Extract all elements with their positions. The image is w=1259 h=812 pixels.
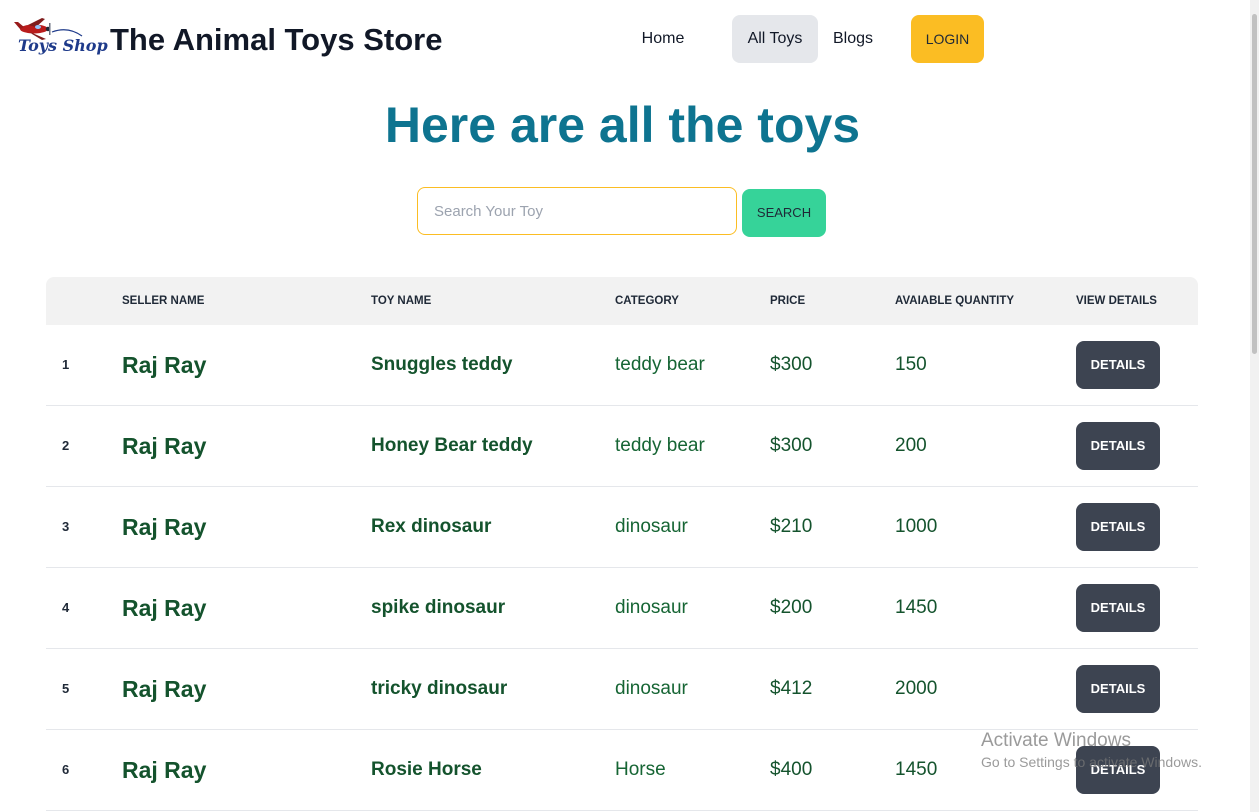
toy-quantity: 1450 — [895, 597, 938, 618]
toys-shop-logo[interactable]: Toys Shop — [12, 16, 108, 62]
nav-link-blogs[interactable]: Blogs — [822, 15, 884, 63]
table-row: 6 Raj Ray Rosie Horse Horse $400 1450 DE… — [46, 730, 1198, 811]
page-title: Here are all the toys — [384, 97, 861, 153]
row-index: 3 — [62, 519, 70, 534]
toy-quantity: 150 — [895, 354, 927, 375]
row-index: 5 — [62, 681, 70, 696]
toy-category: teddy bear — [615, 354, 705, 375]
toy-category: dinosaur — [615, 678, 688, 699]
toy-quantity: 200 — [895, 435, 927, 456]
table-row: 4 Raj Ray spike dinosaur dinosaur $200 1… — [46, 568, 1198, 649]
toy-price: $300 — [770, 354, 813, 375]
search-input[interactable] — [417, 187, 737, 235]
table-row: 1 Raj Ray Snuggles teddy teddy bear $300… — [46, 325, 1198, 406]
toy-name: Honey Bear teddy — [371, 435, 533, 456]
toy-category: Horse — [615, 759, 666, 780]
logo-text: Toys Shop — [18, 36, 108, 55]
toy-price: $400 — [770, 759, 813, 780]
nav-link-home[interactable]: Home — [628, 15, 698, 63]
toy-price: $412 — [770, 678, 813, 699]
details-button[interactable]: DETAILS — [1076, 422, 1160, 470]
vertical-scrollbar[interactable] — [1250, 0, 1259, 812]
details-button[interactable]: DETAILS — [1076, 503, 1160, 551]
toys-table: SELLER NAME TOY NAME CATEGORY PRICE AVAI… — [46, 277, 1198, 811]
toy-name: Snuggles teddy — [371, 354, 513, 375]
search-button[interactable]: SEARCH — [742, 189, 826, 237]
seller-name: Raj Ray — [122, 433, 207, 459]
table-row: 3 Raj Ray Rex dinosaur dinosaur $210 100… — [46, 487, 1198, 568]
header-category: CATEGORY — [615, 295, 679, 307]
scrollbar-thumb[interactable] — [1252, 14, 1257, 354]
table-row: 5 Raj Ray tricky dinosaur dinosaur $412 … — [46, 649, 1198, 730]
row-index: 6 — [62, 762, 70, 777]
toy-category: dinosaur — [615, 516, 688, 537]
seller-name: Raj Ray — [122, 676, 207, 702]
toy-category: dinosaur — [615, 597, 688, 618]
row-index: 1 — [62, 357, 70, 372]
toy-price: $300 — [770, 435, 813, 456]
toy-category: teddy bear — [615, 435, 705, 456]
table-header: SELLER NAME TOY NAME CATEGORY PRICE AVAI… — [46, 277, 1198, 325]
header-available-quantity: AVAIABLE QUANTITY — [895, 295, 1015, 307]
row-index: 4 — [62, 600, 70, 615]
toy-price: $210 — [770, 516, 813, 537]
toy-name: tricky dinosaur — [371, 678, 508, 699]
toy-quantity: 1450 — [895, 759, 938, 780]
header-toy-name: TOY NAME — [371, 295, 432, 307]
nav-link-all-toys[interactable]: All Toys — [732, 15, 818, 63]
header-seller-name: SELLER NAME — [122, 295, 205, 307]
seller-name: Raj Ray — [122, 757, 207, 783]
toy-quantity: 1000 — [895, 516, 938, 537]
row-index: 2 — [62, 438, 70, 453]
toy-price: $200 — [770, 597, 813, 618]
brand-title[interactable]: The Animal Toys Store — [110, 22, 442, 58]
page: Toys Shop The Animal Toys Store Home All… — [0, 0, 1259, 812]
table-row: 2 Raj Ray Honey Bear teddy teddy bear $3… — [46, 406, 1198, 487]
details-button[interactable]: DETAILS — [1076, 584, 1160, 632]
seller-name: Raj Ray — [122, 514, 207, 540]
navbar: Toys Shop The Animal Toys Store Home All… — [0, 0, 1250, 80]
toy-name: Rosie Horse — [371, 759, 482, 780]
header-price: PRICE — [770, 295, 806, 307]
seller-name: Raj Ray — [122, 352, 207, 378]
toy-name: Rex dinosaur — [371, 516, 492, 537]
details-button[interactable]: DETAILS — [1076, 341, 1160, 389]
login-button[interactable]: LOGIN — [911, 15, 984, 63]
details-button[interactable]: DETAILS — [1076, 665, 1160, 713]
seller-name: Raj Ray — [122, 595, 207, 621]
details-button[interactable]: DETAILS — [1076, 746, 1160, 794]
toy-name: spike dinosaur — [371, 597, 506, 618]
toy-quantity: 2000 — [895, 678, 938, 699]
header-view-details: VIEW DETAILS — [1076, 295, 1157, 307]
